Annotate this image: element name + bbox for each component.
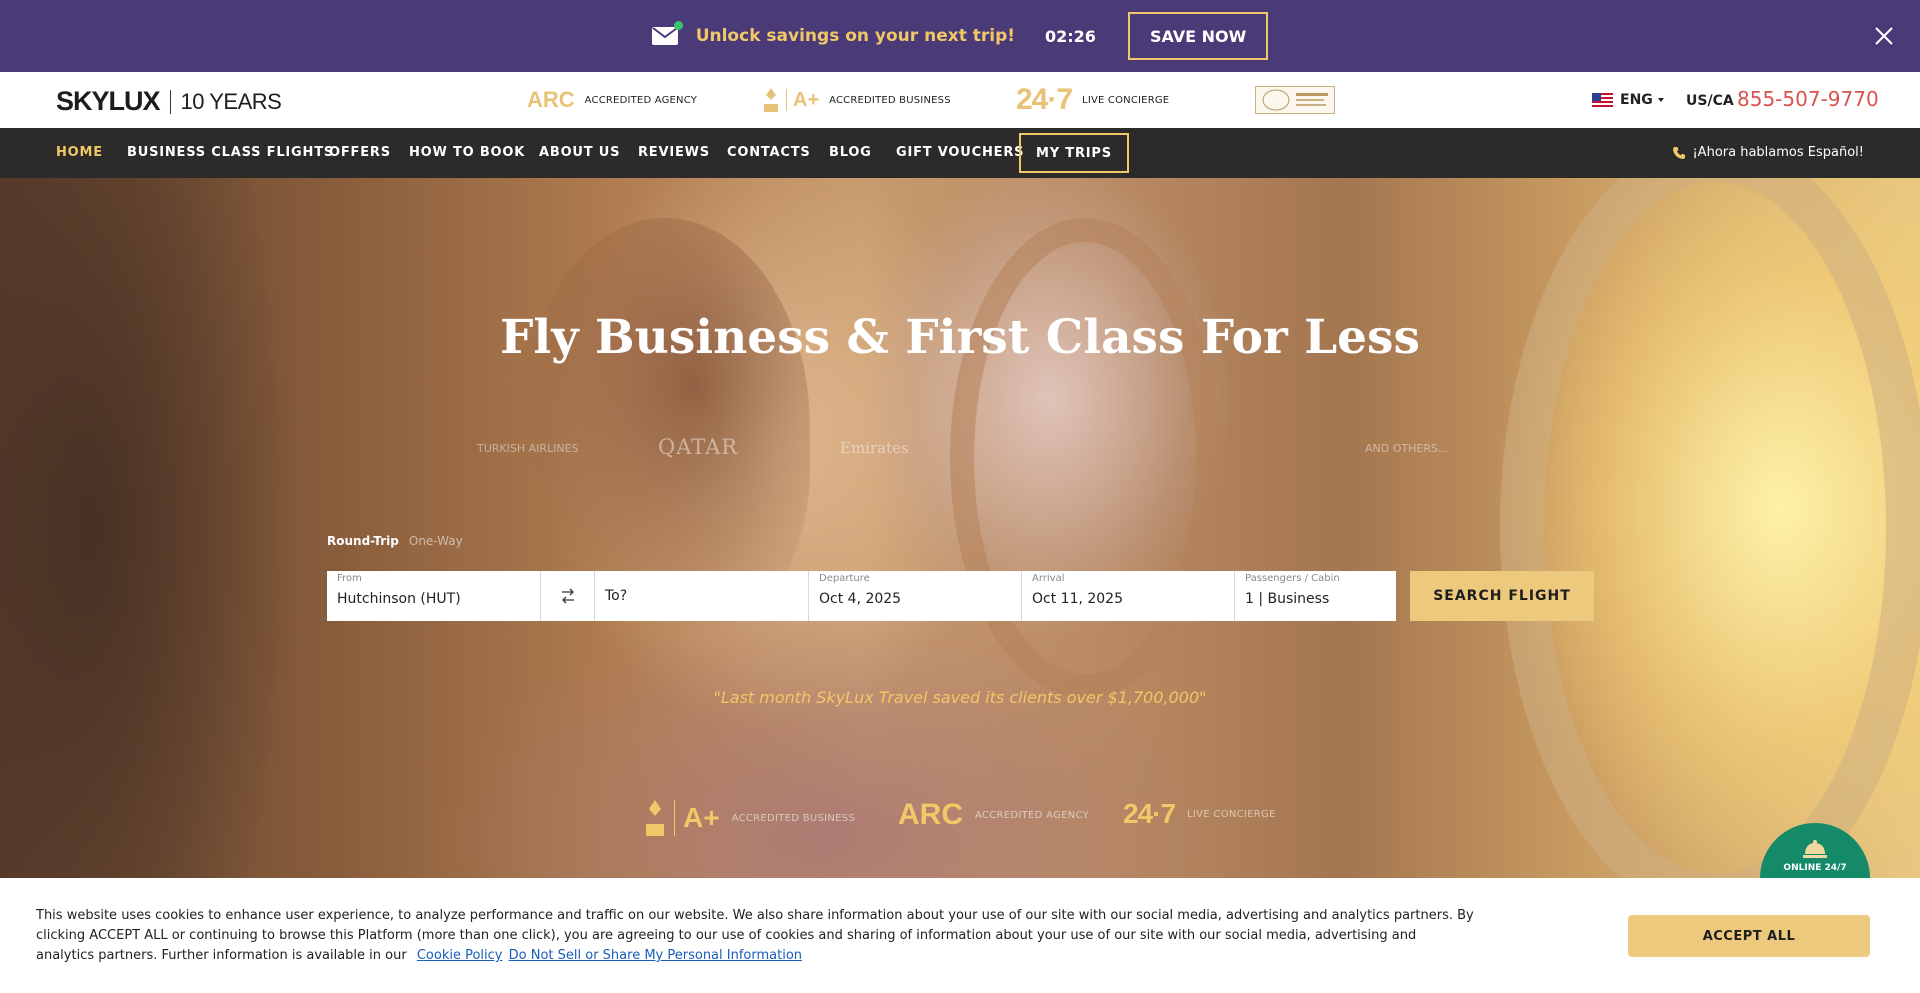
passengers-label: Passengers / Cabin — [1245, 573, 1340, 584]
arrival-label: Arrival — [1032, 573, 1065, 584]
bbb-label: ACCREDITED BUSINESS — [829, 94, 951, 106]
promo-bar: Unlock savings on your next trip! 02:26 … — [0, 0, 1920, 72]
hero-title: Fly Business & First Class For Less — [500, 310, 1420, 365]
departure-value: Oct 4, 2025 — [819, 591, 902, 607]
promo-timer: 02:26 — [1045, 26, 1096, 46]
logo-years: 10 YEARS — [180, 88, 282, 114]
hero-section: Fly Business & First Class For Less TURK… — [0, 178, 1920, 878]
notification-dot — [673, 21, 683, 30]
turkish-airlines-logo: TURKISH AIRLINES — [477, 442, 579, 455]
nav-gift-vouchers[interactable]: GIFT VOUCHERS — [896, 145, 1024, 160]
cookie-policy-link[interactable]: Cookie Policy — [417, 948, 503, 963]
emirates-logo: Emirates — [840, 439, 909, 457]
trust-bbb-label: ACCREDITED BUSINESS — [731, 812, 856, 824]
mail-icon — [651, 21, 683, 45]
nav-reviews[interactable]: REVIEWS — [638, 145, 710, 160]
save-now-button[interactable]: SAVE NOW — [1127, 12, 1269, 60]
bbb-divider — [786, 89, 787, 111]
close-icon[interactable] — [1872, 24, 1896, 48]
cookie-text-block: This website uses cookies to enhance use… — [36, 906, 1476, 966]
trust-bbb: A+ ACCREDITED BUSINESS — [644, 798, 855, 838]
luxury-award-badge — [1255, 86, 1335, 114]
from-label: From — [337, 573, 362, 584]
nav-how-to-book[interactable]: HOW TO BOOK — [409, 145, 525, 160]
language-selector[interactable]: ENG — [1592, 92, 1664, 108]
search-flight-button[interactable]: SEARCH FLIGHT — [1410, 571, 1594, 621]
bbb-badge: A+ ACCREDITED BUSINESS — [762, 86, 951, 114]
phone-icon — [1673, 146, 1686, 159]
us-flag-icon — [1592, 92, 1613, 108]
accept-all-button[interactable]: ACCEPT ALL — [1628, 915, 1870, 957]
concierge-label: LIVE CONCIERGE — [1082, 94, 1170, 106]
arc-badge: ARC ACCREDITED AGENCY — [527, 86, 697, 114]
trust-arc-label: ACCREDITED AGENCY — [975, 809, 1090, 821]
spanish-label: ¡Ahora hablamos Español! — [1692, 145, 1864, 160]
site-header: SKYLUX 10 YEARS ARC ACCREDITED AGENCY A+… — [0, 72, 1920, 128]
trust-a-plus: A+ — [683, 802, 720, 833]
logo-brand: SKYLUX — [56, 86, 161, 116]
trust-divider — [674, 800, 675, 836]
concierge-badge: 24·7 LIVE CONCIERGE — [1016, 83, 1170, 116]
region-label: US/CA — [1686, 93, 1734, 109]
main-nav: HOME BUSINESS CLASS FLIGHTS OFFERS HOW T… — [0, 128, 1920, 178]
arc-label: ACCREDITED AGENCY — [584, 94, 698, 106]
airplane-window-image — [1500, 178, 1920, 878]
nav-offers[interactable]: OFFERS — [329, 145, 391, 160]
do-not-sell-link[interactable]: Do Not Sell or Share My Personal Informa… — [509, 948, 802, 963]
nav-blog[interactable]: BLOG — [829, 145, 872, 160]
arc-logo: ARC — [527, 87, 575, 112]
nav-about-us[interactable]: ABOUT US — [539, 145, 620, 160]
flight-search-form: From Hutchinson (HUT) To? Departure Oct … — [327, 571, 1396, 621]
concierge-mark: 24·7 — [1016, 83, 1073, 116]
airplane-window-image-2 — [950, 218, 1220, 698]
arrival-value: Oct 11, 2025 — [1032, 591, 1123, 607]
spanish-support[interactable]: ¡Ahora hablamos Español! — [1672, 145, 1864, 160]
to-field[interactable]: To? — [595, 571, 809, 621]
tab-round-trip[interactable]: Round-Trip — [327, 534, 399, 548]
departure-label: Departure — [819, 573, 870, 584]
a-plus-mark: A+ — [793, 88, 820, 111]
and-others-label: AND OTHERS... — [1365, 442, 1449, 455]
promo-message: Unlock savings on your next trip! — [695, 26, 1015, 46]
swap-icon — [561, 588, 574, 604]
passengers-field[interactable]: Passengers / Cabin 1 | Business — [1235, 571, 1396, 621]
trust-arc: ARC ACCREDITED AGENCY — [898, 798, 1089, 832]
nav-business-class-flights[interactable]: BUSINESS CLASS FLIGHTS — [127, 145, 334, 160]
language-code: ENG — [1620, 92, 1653, 108]
tab-one-way[interactable]: One-Way — [409, 534, 463, 548]
trust-concierge: 24·7 LIVE CONCIERGE — [1123, 798, 1276, 830]
bbb-icon — [764, 88, 778, 112]
savings-quote: "Last month SkyLux Travel saved its clie… — [713, 688, 1207, 707]
from-value: Hutchinson (HUT) — [337, 591, 461, 607]
qatar-logo: QATAR — [658, 435, 739, 459]
logo-divider — [169, 89, 171, 114]
trust-arc-logo: ARC — [898, 798, 963, 831]
from-field[interactable]: From Hutchinson (HUT) — [327, 571, 541, 621]
nav-home[interactable]: HOME — [56, 145, 103, 160]
passengers-value: 1 | Business — [1245, 591, 1330, 607]
nav-contacts[interactable]: CONTACTS — [727, 145, 811, 160]
trip-type-tabs: Round-Trip One-Way — [327, 534, 463, 548]
bell-icon — [1803, 840, 1827, 858]
to-value: To? — [605, 588, 628, 604]
swap-button[interactable] — [541, 571, 595, 621]
trust-concierge-label: LIVE CONCIERGE — [1187, 808, 1276, 820]
arrival-field[interactable]: Arrival Oct 11, 2025 — [1022, 571, 1235, 621]
bbb-icon — [646, 800, 664, 836]
online-label: ONLINE 24/7 — [1783, 863, 1847, 873]
chevron-down-icon — [1657, 98, 1664, 102]
skylux-logo[interactable]: SKYLUX 10 YEARS — [56, 86, 282, 117]
cookie-banner: This website uses cookies to enhance use… — [0, 878, 1920, 993]
phone-link[interactable]: 855-507-9770 — [1737, 87, 1879, 111]
my-trips-button[interactable]: MY TRIPS — [1019, 133, 1129, 173]
departure-field[interactable]: Departure Oct 4, 2025 — [809, 571, 1022, 621]
trust-concierge-mark: 24·7 — [1123, 798, 1176, 829]
